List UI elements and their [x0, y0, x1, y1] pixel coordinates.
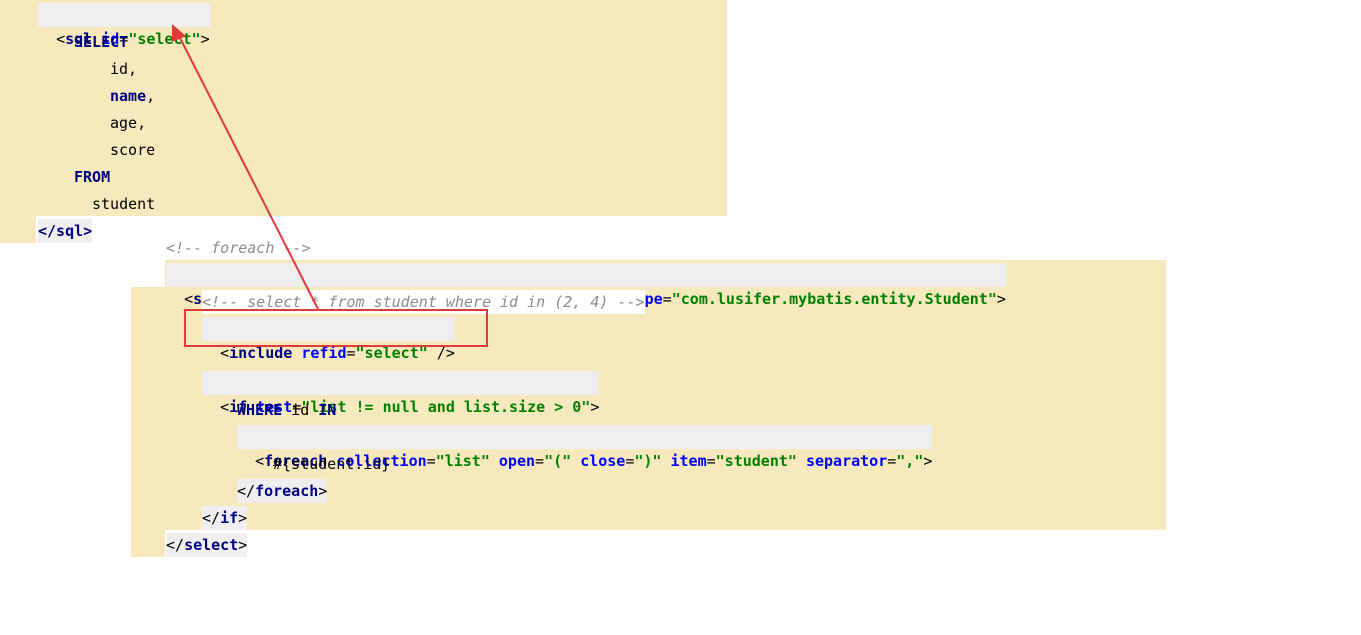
annotation-arrow [172, 24, 319, 310]
arrow-head [172, 24, 186, 42]
arrow-line [177, 33, 319, 310]
